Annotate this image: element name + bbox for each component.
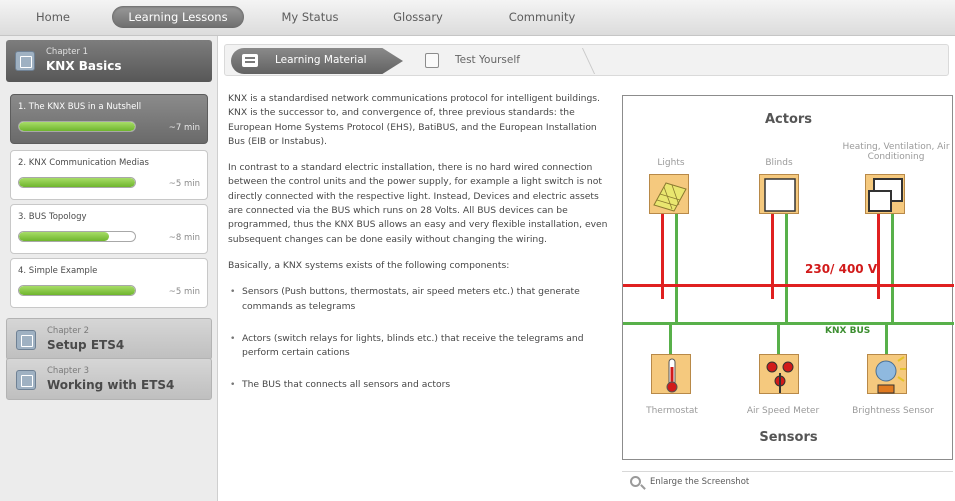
sensor-label-air-speed-meter: Air Speed Meter (746, 406, 820, 416)
lessons-sidebar: Chapter 1 KNX Basics 1. The KNX BUS in a… (0, 36, 218, 501)
content-tabs: Learning Material Test Yourself (224, 44, 949, 76)
lesson-duration: ~7 min (168, 123, 200, 133)
lesson-title: 4. Simple Example (18, 266, 98, 276)
power-label: 230/ 400 V (805, 262, 878, 276)
chapter-number: Chapter 1 (46, 47, 89, 57)
nav-tab-community[interactable]: Community (492, 6, 592, 28)
tab-test-yourself[interactable]: Test Yourself (409, 48, 596, 74)
lesson-content: KNX is a standardised network communicat… (228, 92, 608, 411)
list-item: Actors (switch relays for lights, blinds… (228, 332, 608, 361)
lesson-title: 1. The KNX BUS in a Nutshell (18, 102, 142, 112)
tab-label: Test Yourself (455, 54, 520, 66)
sensor-label-brightness-sensor: Brightness Sensor (852, 406, 934, 416)
sensors-heading: Sensors (759, 430, 818, 445)
lesson-title: 2. KNX Communication Medias (18, 158, 149, 168)
chapter-icon (16, 370, 36, 390)
chapter-title: Working with ETS4 (47, 378, 175, 392)
nav-tab-home[interactable]: Home (18, 6, 88, 28)
list-item: Sensors (Push buttons, thermostats, air … (228, 285, 608, 314)
lesson-progress-fill (19, 122, 135, 131)
lesson-title: 3. BUS Topology (18, 212, 87, 222)
monitor-icon (242, 54, 258, 67)
paragraph: KNX is a standardised network communicat… (228, 93, 600, 147)
chapter-title: KNX Basics (46, 59, 122, 73)
nav-tab-learning-lessons[interactable]: Learning Lessons (112, 6, 244, 28)
component-list: Sensors (Push buttons, thermostats, air … (228, 285, 608, 393)
magnifier-icon (630, 476, 641, 487)
lesson-duration: ~5 min (168, 179, 200, 189)
lesson-progress-bar (18, 231, 136, 242)
chapter-title: Setup ETS4 (47, 338, 125, 352)
lesson-item-1[interactable]: 1. The KNX BUS in a Nutshell ~7 min (10, 94, 208, 144)
power-line (623, 284, 954, 287)
tab-separator (568, 48, 596, 74)
sensor-label-thermostat: Thermostat (646, 406, 698, 416)
knx-diagram: Actors Lights Blinds Heating, Ventilatio… (622, 95, 954, 460)
tab-learning-material[interactable]: Learning Material (231, 48, 403, 74)
chapter-icon (16, 330, 36, 350)
chapter-number: Chapter 2 (47, 326, 90, 336)
chapter-icon (15, 51, 35, 71)
lesson-progress-bar (18, 177, 136, 188)
actors-heading: Actors (764, 112, 813, 127)
chapter-number: Chapter 3 (47, 366, 90, 376)
tab-label: Learning Material (275, 54, 367, 66)
chapter-2-header[interactable]: Chapter 2 Setup ETS4 (6, 318, 212, 360)
brightness-sensor-icon (867, 354, 907, 394)
paragraph: Basically, a KNX systems exists of the f… (228, 259, 510, 271)
lesson-item-3[interactable]: 3. BUS Topology ~8 min (10, 204, 208, 254)
enlarge-label: Enlarge the Screenshot (650, 477, 750, 487)
checklist-icon (425, 53, 439, 68)
lesson-progress-fill (19, 286, 135, 295)
actor-label-lights: Lights (657, 158, 685, 168)
enlarge-screenshot-link[interactable]: Enlarge the Screenshot (622, 471, 953, 497)
blinds-icon (759, 174, 799, 214)
lesson-duration: ~8 min (168, 233, 200, 243)
chapter-1-header[interactable]: Chapter 1 KNX Basics (6, 40, 212, 82)
lesson-progress-fill (19, 178, 135, 187)
top-navigation: Home Learning Lessons My Status Glossary… (0, 0, 955, 36)
nav-tab-my-status[interactable]: My Status (270, 6, 350, 28)
thermostat-icon (651, 354, 691, 394)
actor-label-hvac: Heating, Ventilation, Air Conditioning (842, 142, 950, 162)
bus-label: KNX BUS (825, 326, 871, 336)
nav-tab-glossary[interactable]: Glossary (378, 6, 458, 28)
list-item: The BUS that connects all sensors and ac… (228, 378, 608, 393)
lights-icon (649, 174, 689, 214)
lesson-item-4[interactable]: 4. Simple Example ~5 min (10, 258, 208, 308)
knx-bus-line (623, 322, 954, 325)
lesson-progress-fill (19, 232, 110, 241)
lesson-duration: ~5 min (168, 287, 200, 297)
chapter-3-header[interactable]: Chapter 3 Working with ETS4 (6, 358, 212, 400)
lesson-progress-bar (18, 285, 136, 296)
air-speed-meter-icon (759, 354, 799, 394)
actor-label-blinds: Blinds (765, 158, 793, 168)
lesson-item-2[interactable]: 2. KNX Communication Medias ~5 min (10, 150, 208, 200)
paragraph: In contrast to a standard electric insta… (228, 162, 608, 245)
hvac-icon (865, 174, 905, 214)
lesson-progress-bar (18, 121, 136, 132)
